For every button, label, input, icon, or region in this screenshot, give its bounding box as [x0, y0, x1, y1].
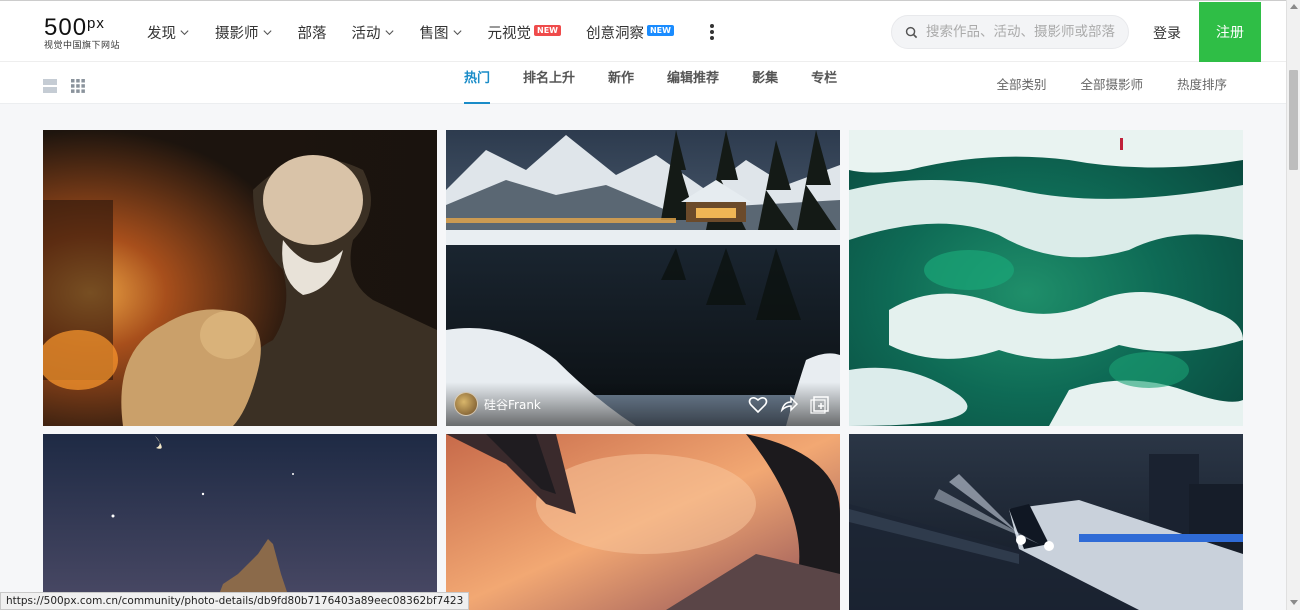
signup-button[interactable]: 注册 [1199, 2, 1261, 62]
nav-meta-vision[interactable]: 元视觉 NEW [488, 1, 561, 63]
new-badge: NEW [534, 24, 561, 36]
logo-text: 500 [44, 14, 88, 41]
chevron-down-icon [452, 29, 462, 35]
scroll-up-icon[interactable] [1290, 4, 1298, 9]
photo-card[interactable] [43, 434, 437, 610]
photo-image [446, 434, 840, 610]
search-box[interactable] [891, 15, 1129, 49]
share-icon[interactable] [779, 396, 799, 414]
nav-photographers[interactable]: 摄影师 [215, 1, 273, 63]
top-header: 500px 视觉中国旗下网站 发现 摄影师 部落 活动 售图 元视觉 NEW 创… [0, 0, 1286, 62]
main-nav: 发现 摄影师 部落 活动 售图 元视觉 NEW 创意洞察 NEW [147, 1, 721, 63]
scroll-thumb[interactable] [1289, 70, 1298, 170]
nav-sell-images[interactable]: 售图 [420, 1, 463, 63]
logo-suffix: px [87, 15, 105, 32]
filter-sort[interactable]: 热度排序 [1177, 74, 1227, 93]
tab-hot[interactable]: 热门 [464, 62, 491, 104]
photo-card[interactable]: 硅谷Frank [446, 130, 840, 426]
nav-label: 部落 [297, 25, 327, 42]
site-logo[interactable]: 500px 视觉中国旗下网站 [44, 12, 128, 51]
nav-events[interactable]: 活动 [352, 1, 395, 63]
chevron-down-icon [262, 29, 272, 35]
photo-card[interactable] [446, 434, 840, 610]
chevron-down-icon [384, 29, 394, 35]
nav-tribes[interactable]: 部落 [298, 1, 327, 63]
photo-image [43, 434, 437, 610]
tab-galleries[interactable]: 影集 [752, 62, 778, 104]
scroll-down-icon[interactable] [1290, 600, 1298, 605]
photo-actions [737, 396, 830, 414]
photo-card[interactable] [43, 130, 437, 426]
sub-nav: 热门 排名上升 新作 编辑推荐 影集 专栏 全部类别 全部摄影师 热度排序 [0, 62, 1286, 104]
tab-rising[interactable]: 排名上升 [523, 62, 575, 104]
grid-view-icon[interactable] [71, 79, 85, 93]
photo-image [849, 434, 1243, 610]
tab-new[interactable]: 新作 [608, 62, 634, 104]
nav-discover[interactable]: 发现 [147, 1, 190, 63]
tab-bar: 热门 排名上升 新作 编辑推荐 影集 专栏 [464, 62, 870, 104]
status-url: https://500px.com.cn/community/photo-det… [0, 592, 470, 610]
filter-photographer[interactable]: 全部摄影师 [1080, 74, 1143, 93]
new-badge: NEW [646, 24, 674, 36]
vertical-scrollbar[interactable] [1286, 0, 1300, 610]
logo-mark: 500px [44, 12, 128, 40]
avatar[interactable] [454, 392, 478, 416]
nav-label: 元视觉 [487, 25, 532, 42]
chevron-down-icon [180, 29, 189, 35]
heart-icon[interactable] [748, 396, 768, 414]
nav-label: 创意洞察 [585, 25, 644, 42]
search-input[interactable] [926, 24, 1126, 40]
nav-label: 发现 [147, 25, 176, 42]
photo-image [43, 130, 437, 426]
photo-author[interactable]: 硅谷Frank [454, 392, 541, 416]
list-view-icon[interactable] [43, 79, 57, 93]
author-name[interactable]: 硅谷Frank [484, 396, 541, 413]
filter-bar: 全部类别 全部摄影师 热度排序 [962, 62, 1227, 104]
photo-image [849, 130, 1243, 426]
search-icon [905, 26, 918, 38]
nav-creative-insight[interactable]: 创意洞察 NEW [586, 1, 674, 63]
nav-label: 活动 [351, 25, 381, 42]
logo-subtitle: 视觉中国旗下网站 [44, 41, 121, 51]
photo-card[interactable] [849, 130, 1243, 426]
photo-card[interactable] [849, 434, 1243, 610]
more-vertical-icon[interactable] [703, 22, 721, 42]
nav-label: 摄影师 [215, 25, 259, 42]
tab-columns[interactable]: 专栏 [811, 62, 837, 104]
login-button[interactable]: 登录 [1153, 23, 1181, 43]
nav-label: 售图 [419, 25, 449, 42]
tab-editors-choice[interactable]: 编辑推荐 [667, 62, 719, 104]
add-to-gallery-icon[interactable] [810, 396, 830, 414]
filter-category[interactable]: 全部类别 [996, 74, 1046, 93]
